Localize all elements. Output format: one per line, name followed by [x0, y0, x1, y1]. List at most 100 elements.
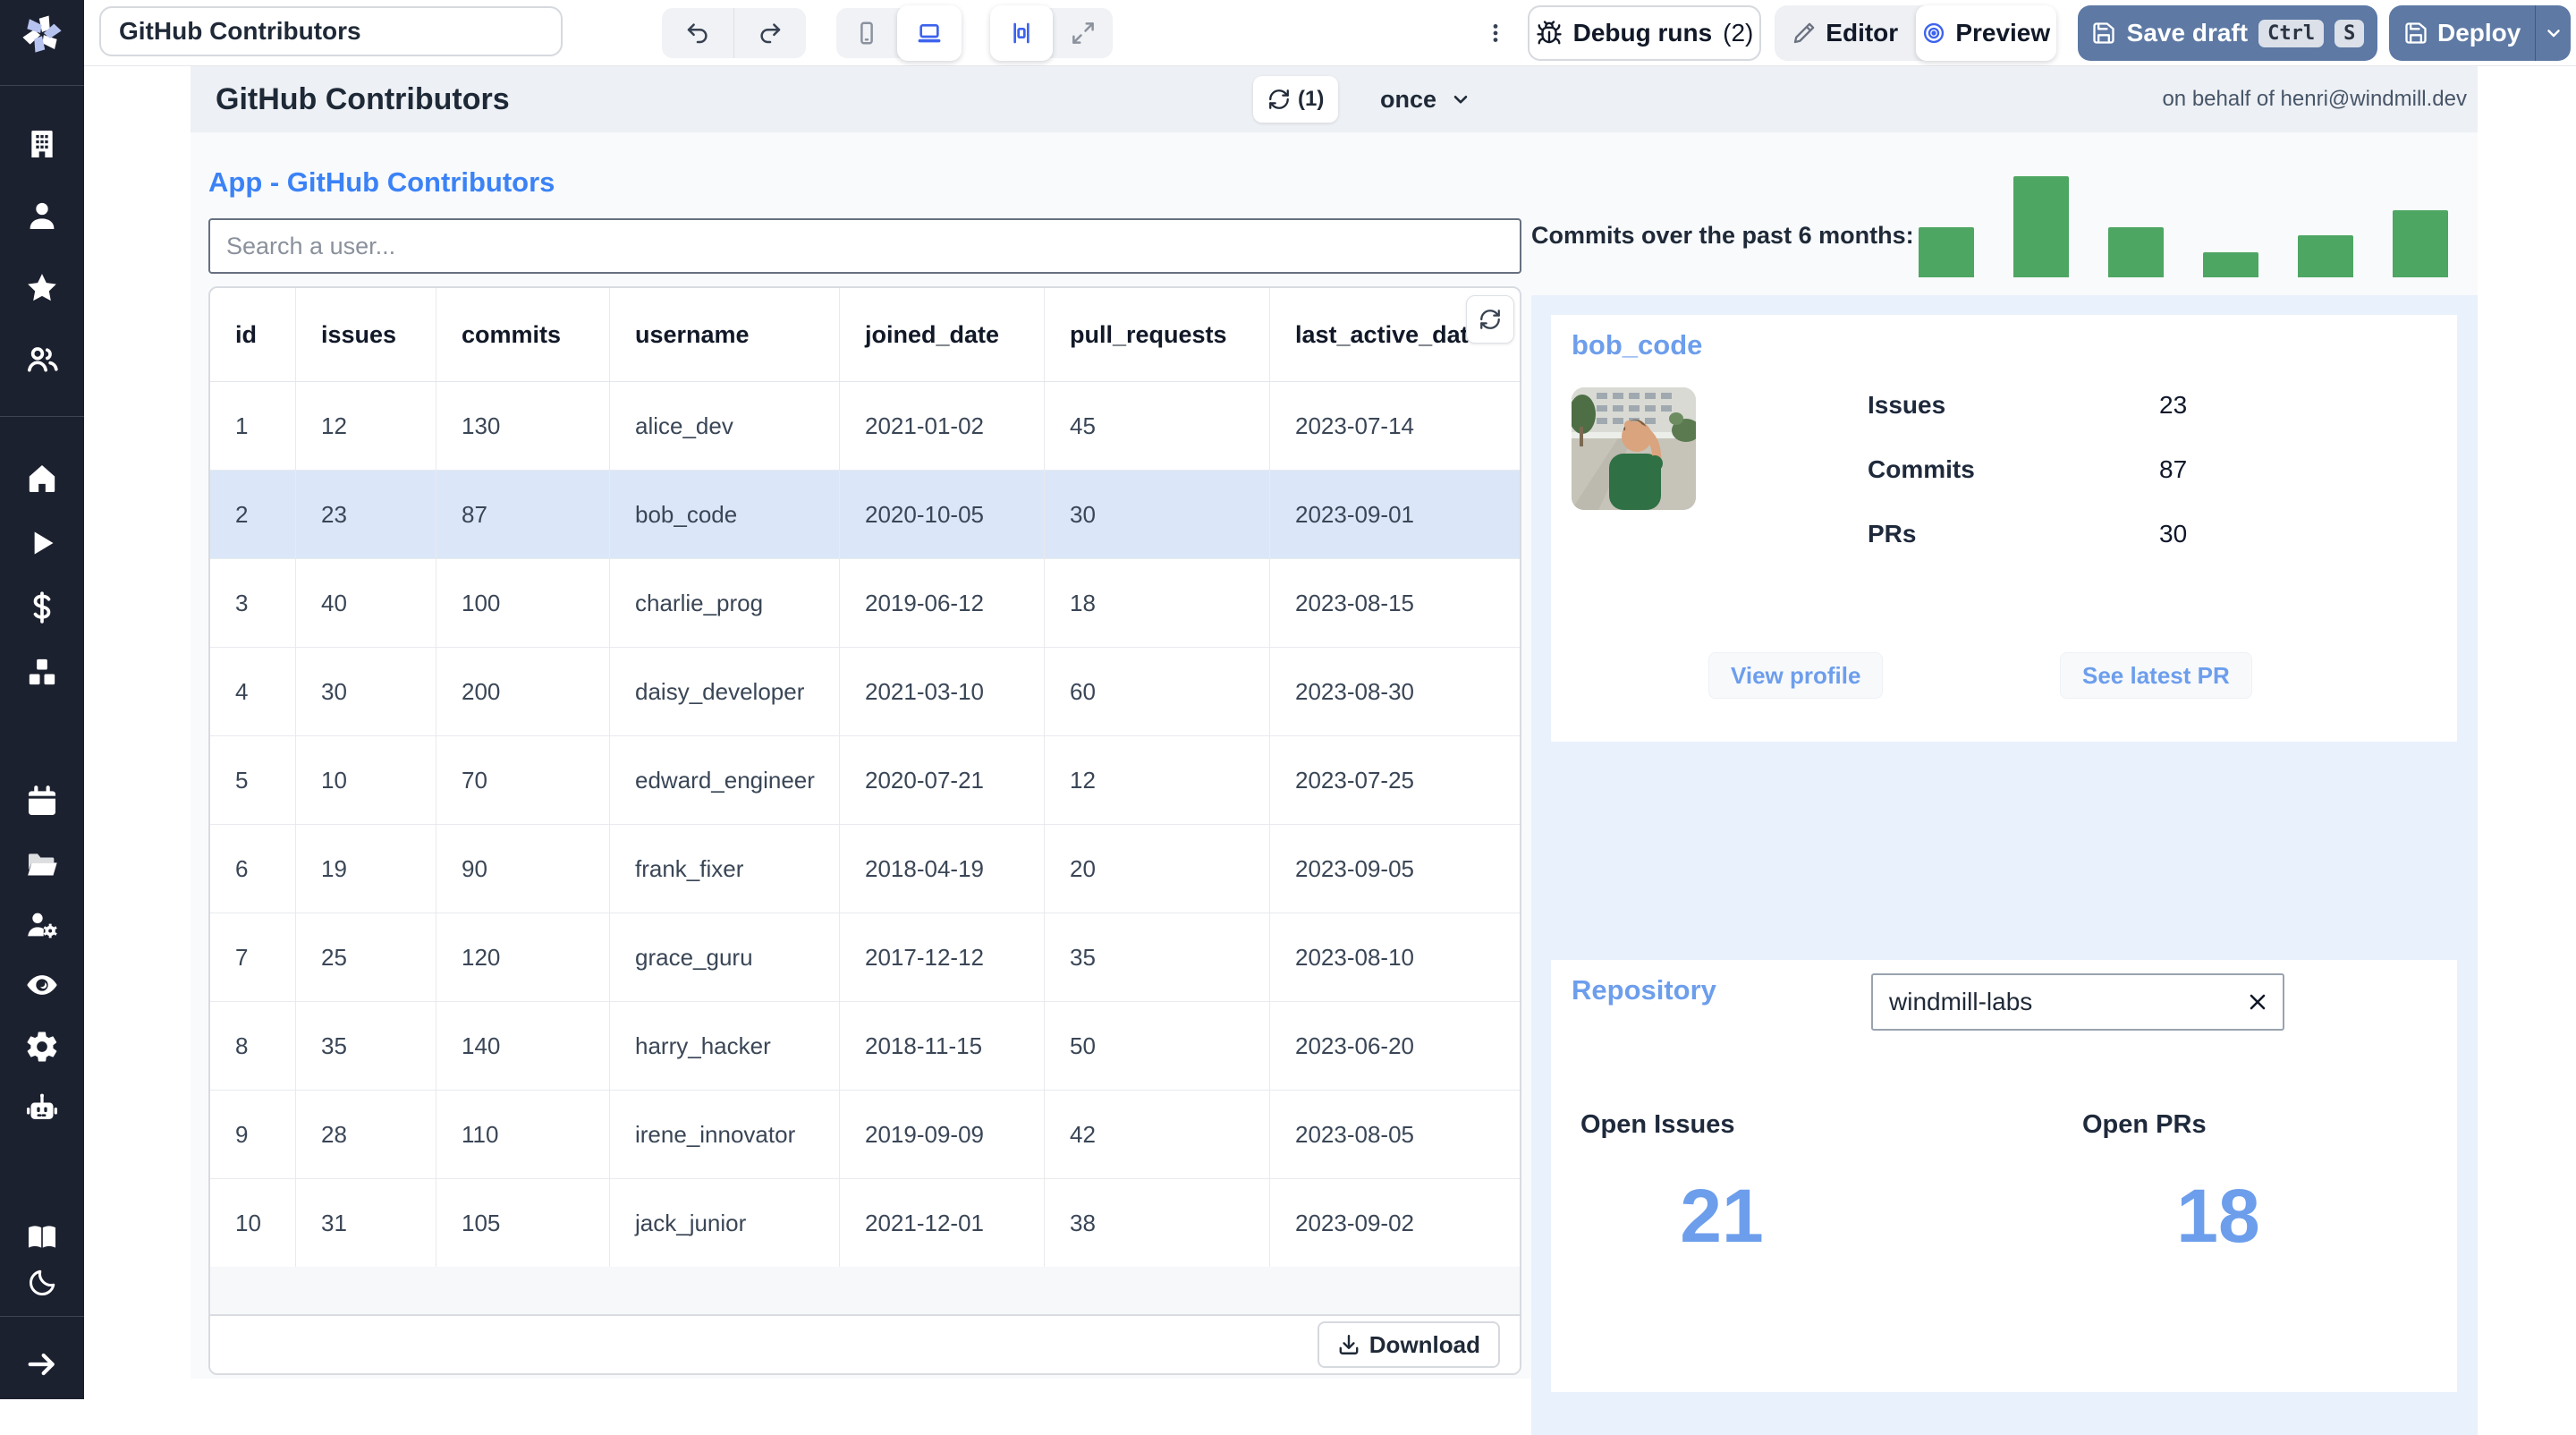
table-cell: 12 [295, 382, 436, 470]
table-row[interactable]: 9 28 110 irene_innovator 2019-09-09 42 2023-08… [210, 1090, 1520, 1178]
table-cell: 2021-01-02 [839, 382, 1044, 470]
app-refresh-button[interactable]: (1) [1253, 76, 1339, 123]
deploy-button[interactable]: Deploy [2389, 19, 2535, 47]
folder-open-icon[interactable] [24, 846, 60, 882]
fullscreen-button[interactable] [1053, 8, 1113, 58]
user-stats: Issues 23 Commits 87 PRs 30 [1868, 373, 2404, 566]
user-icon[interactable] [24, 198, 60, 234]
table-cell: 12 [1044, 736, 1269, 824]
open-issues-label: Open Issues [1580, 1110, 1735, 1139]
see-latest-pr-button[interactable]: See latest PR [2060, 652, 2252, 699]
table-cell: 2023-07-25 [1269, 736, 1520, 824]
debug-runs-label: Debug runs [1572, 19, 1713, 47]
table-cell: 45 [1044, 382, 1269, 470]
table-row[interactable]: 2 23 87 bob_code 2020-10-05 30 2023-09-01 [210, 470, 1520, 558]
user-cog-icon[interactable] [24, 906, 60, 942]
user-card-username: bob_code [1572, 329, 1703, 361]
table-cell: 2021-03-10 [839, 648, 1044, 735]
table-cell: frank_fixer [609, 825, 839, 913]
windmill-logo[interactable] [0, 0, 84, 66]
deploy-split-button: Deploy [2389, 5, 2571, 61]
undo-redo-group [662, 8, 806, 58]
sidebar [0, 0, 84, 1399]
search-input[interactable] [208, 218, 1521, 274]
table-row[interactable]: 7 25 120 grace_guru 2017-12-12 35 2023-08-10 [210, 913, 1520, 1001]
table-column-header[interactable]: id [210, 288, 295, 381]
users-icon[interactable] [24, 342, 60, 378]
debug-runs-button[interactable]: Debug runs (2) [1528, 5, 1761, 61]
table-cell: 110 [436, 1091, 609, 1178]
table-row[interactable]: 10 31 105 jack_junior 2021-12-01 38 2023-09-02 [210, 1178, 1520, 1267]
deploy-label: Deploy [2437, 19, 2521, 47]
table-cell: 19 [295, 825, 436, 913]
save-draft-button[interactable]: Save draft Ctrl S [2078, 5, 2377, 61]
repository-input[interactable] [1873, 988, 2233, 1016]
table-row[interactable]: 4 30 200 daisy_developer 2021-03-10 60 2023-08… [210, 647, 1520, 735]
table-cell: 35 [1044, 913, 1269, 1001]
table-cell: 8 [235, 1032, 249, 1059]
table-cell: 2023-08-15 [1269, 559, 1520, 647]
stat-label: Issues [1868, 391, 1946, 419]
stat-value: 23 [2159, 391, 2188, 419]
table-column-header[interactable]: commits [436, 288, 609, 381]
schedule-value: once [1380, 85, 1437, 113]
table-row[interactable]: 8 35 140 harry_hacker 2018-11-15 50 2023-06-20 [210, 1001, 1520, 1090]
boxes-icon[interactable] [24, 654, 60, 690]
moon-icon[interactable] [26, 1267, 58, 1299]
play-icon[interactable] [24, 525, 60, 561]
settings-gear-icon[interactable] [24, 1029, 60, 1065]
table-cell: 2019-09-09 [839, 1091, 1044, 1178]
sidebar-divider [0, 416, 84, 417]
table-refresh-button[interactable] [1466, 295, 1514, 344]
star-icon[interactable] [24, 270, 60, 306]
dollar-icon[interactable] [24, 590, 60, 625]
table-column-header[interactable]: pull_requests [1044, 288, 1269, 381]
app-title-link[interactable]: App - GitHub Contributors [208, 166, 555, 199]
refresh-icon [1480, 310, 1500, 329]
kebab-menu-icon [1493, 24, 1498, 42]
view-profile-button[interactable]: View profile [1708, 652, 1884, 699]
align-center-icon [1013, 22, 1030, 44]
bot-icon[interactable] [24, 1091, 60, 1127]
table-cell: 2018-11-15 [839, 1002, 1044, 1090]
table-cell: 28 [295, 1091, 436, 1178]
redo-button[interactable] [734, 8, 806, 58]
deploy-dropdown-button[interactable] [2536, 22, 2571, 44]
preview-tab[interactable]: Preview [1915, 5, 2056, 61]
table-row[interactable]: 6 19 90 frank_fixer 2018-04-19 20 2023-09-05 [210, 824, 1520, 913]
calendar-icon[interactable] [24, 784, 60, 819]
table-row[interactable]: 3 40 100 charlie_prog 2019-06-12 18 2023-08-15 [210, 558, 1520, 647]
editor-tab[interactable]: Editor [1775, 5, 1916, 61]
undo-button[interactable] [662, 8, 733, 58]
table-cell: 30 [295, 648, 436, 735]
table-cell: 90 [436, 825, 609, 913]
app-name-input[interactable] [99, 6, 563, 56]
table-row[interactable]: 1 12 130 alice_dev 2021-01-02 45 2023-07-14 [210, 382, 1520, 470]
center-align-button[interactable] [990, 5, 1054, 61]
table-cell: 130 [436, 382, 609, 470]
arrow-right-icon[interactable] [24, 1346, 60, 1382]
eye-icon[interactable] [24, 967, 60, 1003]
building-icon[interactable] [24, 126, 60, 162]
table-row[interactable]: 5 10 70 edward_engineer 2020-07-21 12 2023-07-… [210, 735, 1520, 824]
save-draft-label: Save draft [2126, 19, 2249, 47]
table-cell: 87 [436, 471, 609, 558]
book-open-icon[interactable] [24, 1219, 60, 1255]
commits-bar-chart [1919, 176, 2448, 277]
preview-eye-icon [1924, 22, 1945, 44]
desktop-view-button[interactable] [897, 5, 962, 61]
table-column-header[interactable]: joined_date [839, 288, 1044, 381]
table-column-header[interactable]: username [609, 288, 839, 381]
table-column-header[interactable]: issues [295, 288, 436, 381]
home-icon[interactable] [24, 461, 60, 497]
table-cell: harry_hacker [609, 1002, 839, 1090]
preview-label: Preview [1955, 19, 2051, 47]
mobile-view-button[interactable] [836, 8, 897, 58]
clear-input-button[interactable] [2233, 975, 2283, 1029]
more-options-button[interactable] [1478, 15, 1513, 51]
schedule-select[interactable]: once [1380, 66, 1472, 132]
table-cell: 7 [235, 943, 249, 971]
table-cell: 2018-04-19 [839, 825, 1044, 913]
table-cell: 6 [235, 854, 249, 882]
download-button[interactable]: Download [1317, 1321, 1500, 1368]
